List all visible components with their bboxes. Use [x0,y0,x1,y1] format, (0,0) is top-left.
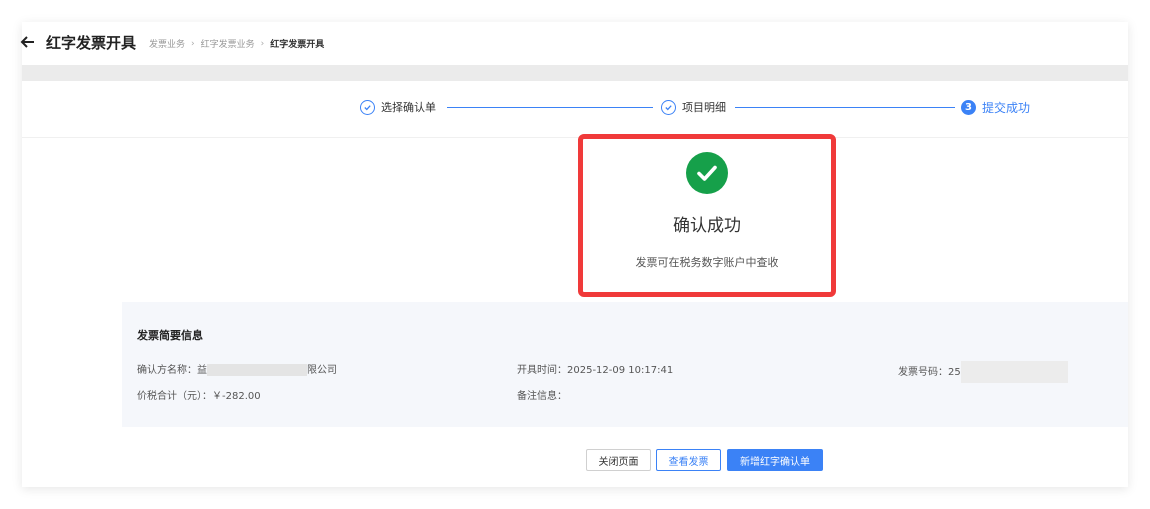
remark-field: 备注信息： [517,387,567,402]
step-item-details: 项目明细 [661,99,726,115]
step-label: 提交成功 [982,101,1031,115]
check-circle-icon [661,99,676,115]
step-label: 选择确认单 [381,101,436,114]
field-label: 备注信息： [517,391,567,402]
back-arrow-icon[interactable] [19,33,37,51]
success-check-icon [686,152,728,194]
breadcrumb-item-invoice-business[interactable]: 发票业务 [149,37,185,50]
masked-text [960,361,1068,383]
step-progress: 选择确认单 项目明细 3 提交成功 [22,81,1128,138]
add-red-confirmation-button[interactable]: 新增红字确认单 [727,449,823,471]
close-page-button[interactable]: 关闭页面 [586,449,651,471]
step-number-badge: 3 [961,100,976,115]
field-value: 2025-12-09 10:17:41 [567,365,674,376]
step-label: 项目明细 [682,101,726,114]
header-divider [22,65,1128,81]
confirm-party-field: 确认方名称：益 限公司 [137,361,337,376]
issue-time-field: 开具时间：2025-12-09 10:17:41 [517,361,673,376]
success-highlight-box: 确认成功 发票可在税务数字账户中查收 [578,134,836,297]
field-value-prefix: 益 [197,365,207,376]
success-subtitle: 发票可在税务数字账户中查收 [635,256,779,269]
invoice-summary: 发票简要信息 确认方名称：益 限公司 开具时间：2025-12-09 10:17:… [122,302,1128,427]
breadcrumb: 发票业务 › 红字发票业务 › 红字发票开具 [149,37,325,51]
main-panel: 红字发票开具 发票业务 › 红字发票业务 › 红字发票开具 选择确认单 项目明细… [19,22,1128,487]
field-value-suffix: 限公司 [307,365,337,376]
field-label: 开具时间： [517,365,567,376]
field-label: 确认方名称： [137,365,197,376]
breadcrumb-item-red-invoice-business[interactable]: 红字发票业务 [201,37,255,50]
page-header: 红字发票开具 发票业务 › 红字发票业务 › 红字发票开具 [19,22,1128,65]
step-submit-success: 3 提交成功 [961,99,1030,116]
step-connector [447,107,653,108]
success-title: 确认成功 [673,216,741,236]
chevron-right-icon: › [260,38,265,49]
masked-text [207,364,307,376]
field-label: 发票号码： [898,367,948,378]
total-amount-field: 价税合计（元）：￥-282.00 [137,387,261,402]
invoice-number-field: 发票号码：25 [898,361,1068,383]
view-invoice-button[interactable]: 查看发票 [656,449,721,471]
step-connector [735,107,955,108]
check-circle-icon [360,99,375,115]
field-value-prefix: 25 [948,367,961,378]
field-value: ￥-282.00 [212,391,261,402]
summary-title: 发票简要信息 [137,329,203,342]
chevron-right-icon: › [191,38,195,49]
field-label: 价税合计（元）： [137,391,212,402]
step-select-confirmation: 选择确认单 [360,99,436,115]
breadcrumb-item-current: 红字发票开具 [270,40,325,50]
page-title: 红字发票开具 [46,34,137,52]
